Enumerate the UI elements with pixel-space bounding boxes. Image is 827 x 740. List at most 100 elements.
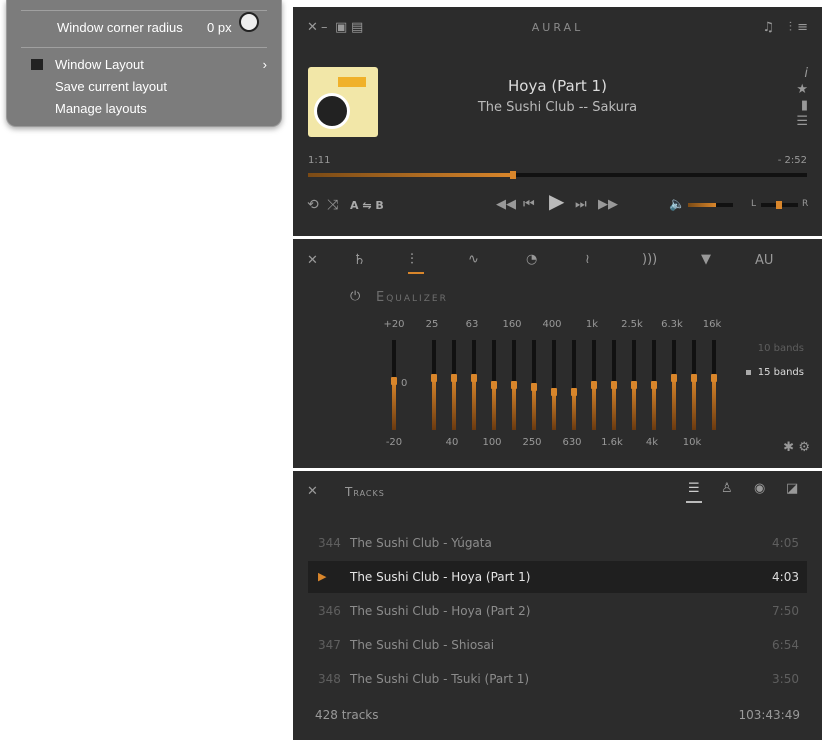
corner-radius-value[interactable]: 0 px (207, 18, 232, 38)
shuffle-icon[interactable]: ⤨ (327, 198, 338, 212)
band-knob[interactable] (471, 374, 477, 383)
band-slider[interactable] (651, 340, 657, 430)
track-row[interactable]: 346 The Sushi Club - Hoya (Part 2) 7:50 (308, 595, 807, 627)
band-slider[interactable] (611, 340, 617, 430)
frequency-label: 40 (445, 437, 459, 448)
bug-icon[interactable]: ✱ (783, 441, 794, 455)
band-slider[interactable] (471, 340, 477, 430)
band-knob[interactable] (511, 381, 517, 389)
next-track-icon[interactable]: ⏭ (575, 198, 587, 212)
track-row[interactable]: 348 The Sushi Club - Tsuki (Part 1) 3:50 (308, 663, 807, 695)
mouse-cursor (239, 12, 259, 32)
band-knob[interactable] (631, 381, 637, 389)
band-slider[interactable] (531, 340, 537, 430)
band-knob[interactable] (711, 374, 717, 383)
ab-loop-button[interactable]: A ⇋ B (350, 199, 384, 212)
menu-item-save-layout[interactable]: Save current layout (7, 77, 281, 97)
power-icon[interactable]: ⏻ (350, 290, 360, 304)
menu-item-manage-layouts[interactable]: Manage layouts (7, 99, 281, 119)
track-duration: 6:54 (772, 638, 799, 652)
menu-icon[interactable]: ≡ (797, 21, 808, 35)
play-icon[interactable]: ▶ (549, 191, 564, 211)
reverb-tab-icon[interactable]: ≀ (585, 253, 590, 267)
fifteen-bands-option[interactable]: 15 bands (758, 367, 804, 378)
volume-slider[interactable] (688, 203, 733, 207)
equalizer-tab-icon[interactable]: ⫶ (410, 252, 414, 267)
track-name: The Sushi Club - Hoya (Part 1) (350, 570, 531, 584)
settings-gear-icon[interactable]: ⚙ (798, 441, 810, 455)
sushi-roll-image (314, 93, 350, 129)
close-icon[interactable]: ✕ (307, 254, 318, 268)
previous-track-icon[interactable]: ⏮ (523, 198, 535, 212)
band-level-fill (532, 387, 536, 430)
band-slider[interactable] (671, 340, 677, 430)
band-slider[interactable] (691, 340, 697, 430)
rewind-icon[interactable]: ◀◀ (496, 198, 516, 212)
band-slider[interactable] (551, 340, 557, 430)
band-knob[interactable] (431, 374, 437, 383)
menu-item-window-layout[interactable]: Window Layout › (7, 55, 281, 75)
tracks-panel: ✕ Tracks ☰ ♙ ◉ ◪ 344 The Sushi Club - Yú… (293, 471, 822, 740)
track-name: The Sushi Club - Hoya (Part 2) (350, 604, 531, 618)
band-knob[interactable] (491, 381, 497, 389)
info-icon[interactable]: i (804, 67, 808, 81)
track-row[interactable]: 344 The Sushi Club - Yúgata 4:05 (308, 527, 807, 559)
seek-bar-knob[interactable] (509, 171, 516, 179)
balance-right-label: R (802, 199, 809, 209)
chapters-icon[interactable]: ☰ (796, 115, 808, 129)
band-slider[interactable] (431, 340, 437, 430)
seek-bar[interactable] (308, 171, 807, 179)
band-knob[interactable] (691, 374, 697, 383)
albums-icon[interactable]: ◉ (754, 482, 765, 496)
track-row[interactable]: 347 The Sushi Club - Shiosai 6:54 (308, 629, 807, 661)
genres-icon[interactable]: ◪ (786, 482, 798, 496)
band-knob[interactable] (391, 376, 397, 385)
close-icon[interactable]: ✕ (307, 485, 318, 499)
fast-forward-icon[interactable]: ▶▶ (598, 198, 618, 212)
balance-slider[interactable] (761, 201, 798, 209)
time-tab-icon[interactable]: ◔ (526, 253, 537, 267)
band-knob[interactable] (591, 381, 597, 389)
repeat-icon[interactable]: ⟲ (307, 198, 319, 212)
frequency-label: 250 (522, 437, 542, 448)
balance-knob[interactable] (776, 201, 782, 209)
bookmark-icon[interactable]: ▮ (801, 99, 808, 113)
band-slider[interactable] (711, 340, 717, 430)
player-panel: ✕ – ▣ ▤ AURAL ♫ ⫶ ≡ Hoya (Part 1) The Su… (293, 7, 822, 236)
band-slider[interactable] (631, 340, 637, 430)
artists-icon[interactable]: ♙ (721, 482, 733, 496)
band-slider[interactable] (571, 340, 577, 430)
playlist-icon[interactable]: ♫ (762, 21, 774, 35)
volume-icon[interactable]: 🔈 (669, 198, 685, 212)
track-subtitle: The Sushi Club -- Sakura (477, 100, 638, 115)
elapsed-time[interactable]: 1:11 (308, 155, 330, 166)
band-knob[interactable] (611, 381, 617, 389)
band-knob[interactable] (451, 374, 457, 383)
frequency-label: 1.6k (601, 437, 623, 448)
delay-tab-icon[interactable]: ))) (642, 253, 657, 267)
ten-bands-option[interactable]: 10 bands (758, 343, 804, 354)
band-slider[interactable] (451, 340, 457, 430)
audio-units-tab[interactable]: AU (755, 253, 773, 268)
band-knob[interactable] (571, 387, 577, 396)
band-slider[interactable] (511, 340, 517, 430)
pitch-tab-icon[interactable]: ∿ (468, 253, 479, 267)
band-level-fill (552, 391, 556, 430)
band-slider[interactable] (491, 340, 497, 430)
equalizer-toggle-icon[interactable]: ⫶ (789, 21, 792, 35)
band-slider[interactable] (591, 340, 597, 430)
track-number: 348 (318, 672, 341, 686)
band-knob[interactable] (671, 374, 677, 383)
band-knob[interactable] (651, 381, 657, 389)
master-tab-icon[interactable]: ♄ (353, 253, 366, 267)
track-title: Hoya (Part 1) (508, 77, 607, 95)
track-row-playing[interactable]: ▶ The Sushi Club - Hoya (Part 1) 4:03 (308, 561, 807, 593)
remaining-time[interactable]: - 2:52 (778, 155, 807, 166)
tracks-list-icon[interactable]: ☰ (688, 482, 700, 496)
band-knob[interactable] (531, 383, 537, 392)
filter-tab-icon[interactable]: ▼ (701, 253, 711, 267)
track-number: 346 (318, 604, 341, 618)
favorite-star-icon[interactable]: ★ (796, 83, 808, 97)
preamp-slider[interactable] (391, 340, 397, 430)
band-knob[interactable] (551, 387, 557, 396)
